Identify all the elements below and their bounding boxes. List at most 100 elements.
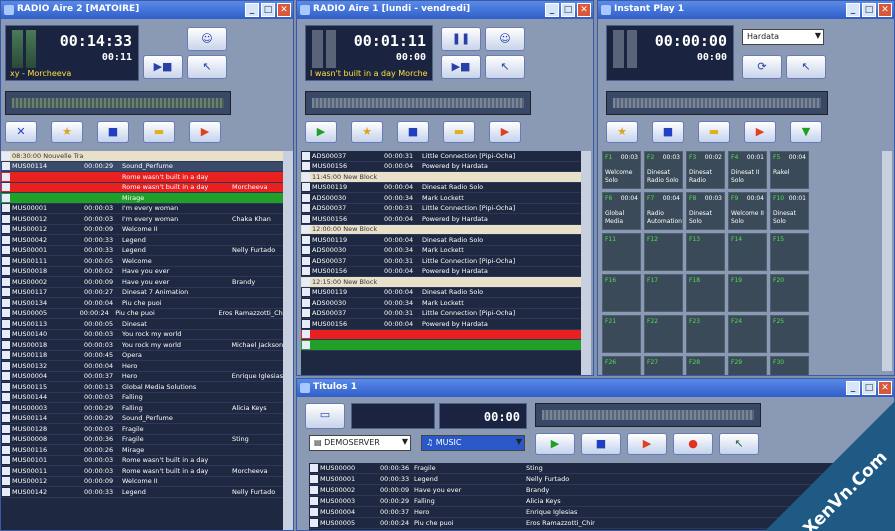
table-row[interactable]: MUS00156 00:00:04 Powered by Hardata: [301, 162, 581, 172]
play-button[interactable]: ▶: [305, 121, 337, 143]
skip-button[interactable]: ▶: [189, 121, 221, 143]
table-row[interactable]: MUS00119 00:00:04 Dinesat Radio Solo: [301, 235, 581, 246]
category-select[interactable]: ♫ MUSIC ▼: [421, 435, 525, 451]
play-button[interactable]: ▶: [535, 433, 575, 455]
instant-button[interactable]: F27: [644, 356, 683, 375]
table-row[interactable]: MUS00117 00:00:27 Dinesat 7 Animation: [1, 288, 283, 298]
cursor-button[interactable]: ↖: [485, 55, 525, 79]
table-row[interactable]: MUS00002 00:00:09 Have you ever Brandy: [1, 277, 283, 288]
minimize-icon[interactable]: _: [846, 3, 860, 17]
table-row[interactable]: Rome wasn't built in a day Morcheeva: [1, 182, 283, 193]
table-row[interactable]: MUS00012 00:00:03 I'm every woman Chaka Kha…: [1, 214, 283, 225]
table-row[interactable]: MUS00116 00:00:26 Mirage: [1, 445, 283, 456]
table-row[interactable]: MUS00142 00:00:33 Legend Nelly Furtado: [1, 487, 283, 498]
instant-button[interactable]: F22: [644, 315, 683, 353]
table-row[interactable]: 11:45:00 New Block: [301, 172, 581, 183]
table-row[interactable]: MUS00128 00:00:03 Fragile: [1, 424, 283, 435]
table-row[interactable]: MUS00156 00:00:04 Powered by Hardata: [301, 214, 581, 225]
mode-button[interactable]: ▶■: [441, 55, 481, 79]
instant-button[interactable]: F11: [602, 233, 641, 271]
stop-button[interactable]: ■: [397, 121, 429, 143]
scrollbar[interactable]: [581, 151, 591, 375]
cursor-button[interactable]: ↖: [719, 433, 759, 455]
table-row[interactable]: MUS00018 00:00:03 You rock my world Michael…: [1, 340, 283, 351]
table-row[interactable]: MUS00011 00:00:03 Rome wasn't built in a d…: [1, 466, 283, 477]
user-button[interactable]: ☺: [187, 27, 227, 51]
table-row[interactable]: 12:15:00 New Block: [301, 277, 581, 288]
table-row[interactable]: MUS00012 00:00:09 Welcome II: [1, 477, 283, 487]
mode-button[interactable]: ▶■: [143, 55, 183, 79]
table-row[interactable]: 08:30:00 Nouvelle Tranche: [1, 151, 283, 162]
table-row[interactable]: MUS00140 00:00:03 You rock my world: [1, 330, 283, 340]
table-row[interactable]: MUS00001 00:00:33 Legend Nelly Furtado: [1, 246, 283, 256]
table-row[interactable]: [301, 329, 581, 340]
table-row[interactable]: ADS00037 00:00:31 Little Connection [Pipi-…: [301, 151, 581, 162]
title-bar[interactable]: RADIO Aire 1 [lundi - vendredi] _ □ ✕: [297, 1, 593, 19]
table-row[interactable]: ADS00037 00:00:31 Little Connection [Pipi-…: [301, 204, 581, 214]
table-row[interactable]: Rome wasn't built in a day: [1, 172, 283, 183]
instant-button[interactable]: F10 00:01 Dinesat Solo: [770, 192, 809, 230]
table-row[interactable]: MUS00114 00:00:29 Sound_Perfume: [1, 414, 283, 424]
instant-button[interactable]: F19: [728, 274, 767, 312]
skip-button[interactable]: ▶: [744, 121, 776, 143]
table-row[interactable]: MUS00018 00:00:02 Have you ever: [1, 267, 283, 277]
instant-button[interactable]: F12: [644, 233, 683, 271]
scrollbar[interactable]: [283, 151, 293, 530]
instant-button[interactable]: F3 00:02 Dinesat Radio: [686, 151, 725, 189]
instant-button[interactable]: F24: [728, 315, 767, 353]
table-row[interactable]: MUS00001 00:00:03 I'm every woman: [1, 204, 283, 214]
table-row[interactable]: MUS00156 00:00:04 Powered by Hardata: [301, 267, 581, 277]
instant-button[interactable]: F30: [770, 356, 809, 375]
clear-button[interactable]: ✕: [5, 121, 37, 143]
table-row[interactable]: MUS00156 00:00:04 Powered by Hardata: [301, 319, 581, 330]
close-icon[interactable]: ✕: [277, 3, 291, 17]
instant-button[interactable]: F15: [770, 233, 809, 271]
user-button[interactable]: ☺: [485, 27, 525, 51]
skip-button[interactable]: ▶: [489, 121, 521, 143]
close-icon[interactable]: ✕: [577, 3, 591, 17]
stop-button[interactable]: ■: [581, 433, 621, 455]
instant-button[interactable]: F4 00:01 Dinesat II Solo: [728, 151, 767, 189]
folder-button[interactable]: ▬: [443, 121, 475, 143]
refresh-button[interactable]: ⟳: [742, 55, 782, 79]
table-row[interactable]: MUS00003 00:00:29 Falling Alicia Keys: [1, 403, 283, 414]
table-row[interactable]: MUS00114 00:00:29 Sound_Perfume: [1, 161, 283, 172]
table-row[interactable]: MUS00042 00:00:33 Legend: [1, 235, 283, 246]
table-row[interactable]: ADS00030 00:00:34 Mark Lockett: [301, 246, 581, 256]
minimize-icon[interactable]: _: [545, 3, 559, 17]
stop-button[interactable]: ■: [652, 121, 684, 143]
table-row[interactable]: MUS00134 00:00:04 Piu che puoi: [1, 298, 283, 309]
instant-button[interactable]: F16: [602, 274, 641, 312]
close-icon[interactable]: ✕: [878, 381, 892, 395]
playlist[interactable]: 08:30:00 Nouvelle Tranche MUS00114 00:00:2…: [1, 151, 283, 530]
title-bar[interactable]: Instant Play 1 _ □ ✕: [598, 1, 894, 19]
instant-button[interactable]: F28: [686, 356, 725, 375]
instant-button[interactable]: F2 00:03 Dinesat Radio Solo: [644, 151, 683, 189]
table-row[interactable]: MUS00115 00:00:13 Global Media Solutions: [1, 382, 283, 393]
instant-button[interactable]: F21: [602, 315, 641, 353]
table-row[interactable]: ADS00030 00:00:34 Mark Lockett: [301, 193, 581, 204]
table-row[interactable]: Mirage: [1, 193, 283, 204]
instant-button[interactable]: F5 00:04 Rakel: [770, 151, 809, 189]
instant-button[interactable]: F13: [686, 233, 725, 271]
view-button[interactable]: ▭: [305, 403, 345, 429]
instant-set-select[interactable]: Hardata ▼: [742, 29, 824, 45]
table-row[interactable]: MUS00004 00:00:37 Hero Enrique Iglesias: [1, 372, 283, 382]
folder-button[interactable]: ▬: [698, 121, 730, 143]
minimize-icon[interactable]: _: [846, 381, 860, 395]
table-row[interactable]: ADS00037 00:00:31 Little Connection [Pipi-…: [301, 309, 581, 319]
instant-button[interactable]: F20: [770, 274, 809, 312]
title-bar[interactable]: RADIO Aire 2 [MATOIRE] _ □ ✕: [1, 1, 293, 19]
instant-button[interactable]: F9 00:04 Welcome II Solo: [728, 192, 767, 230]
maximize-icon[interactable]: □: [561, 3, 575, 17]
record-button[interactable]: ●: [673, 433, 713, 455]
playlist[interactable]: ADS00037 00:00:31 Little Connection [Pipi-…: [301, 151, 581, 375]
table-row[interactable]: MUS00012 00:00:09 Welcome II: [1, 225, 283, 235]
cursor-button[interactable]: ↖: [786, 55, 826, 79]
table-row[interactable]: MUS00101 00:00:03 Rome wasn't built in a d…: [1, 456, 283, 466]
cursor-button[interactable]: ↖: [187, 55, 227, 79]
instant-button[interactable]: F8 00:03 Dinesat Solo: [686, 192, 725, 230]
table-row[interactable]: ADS00030 00:00:34 Mark Lockett: [301, 298, 581, 309]
table-row[interactable]: MUS00118 00:00:45 Opera: [1, 351, 283, 361]
server-select[interactable]: ▤ DEMOSERVER ▼: [309, 435, 411, 451]
